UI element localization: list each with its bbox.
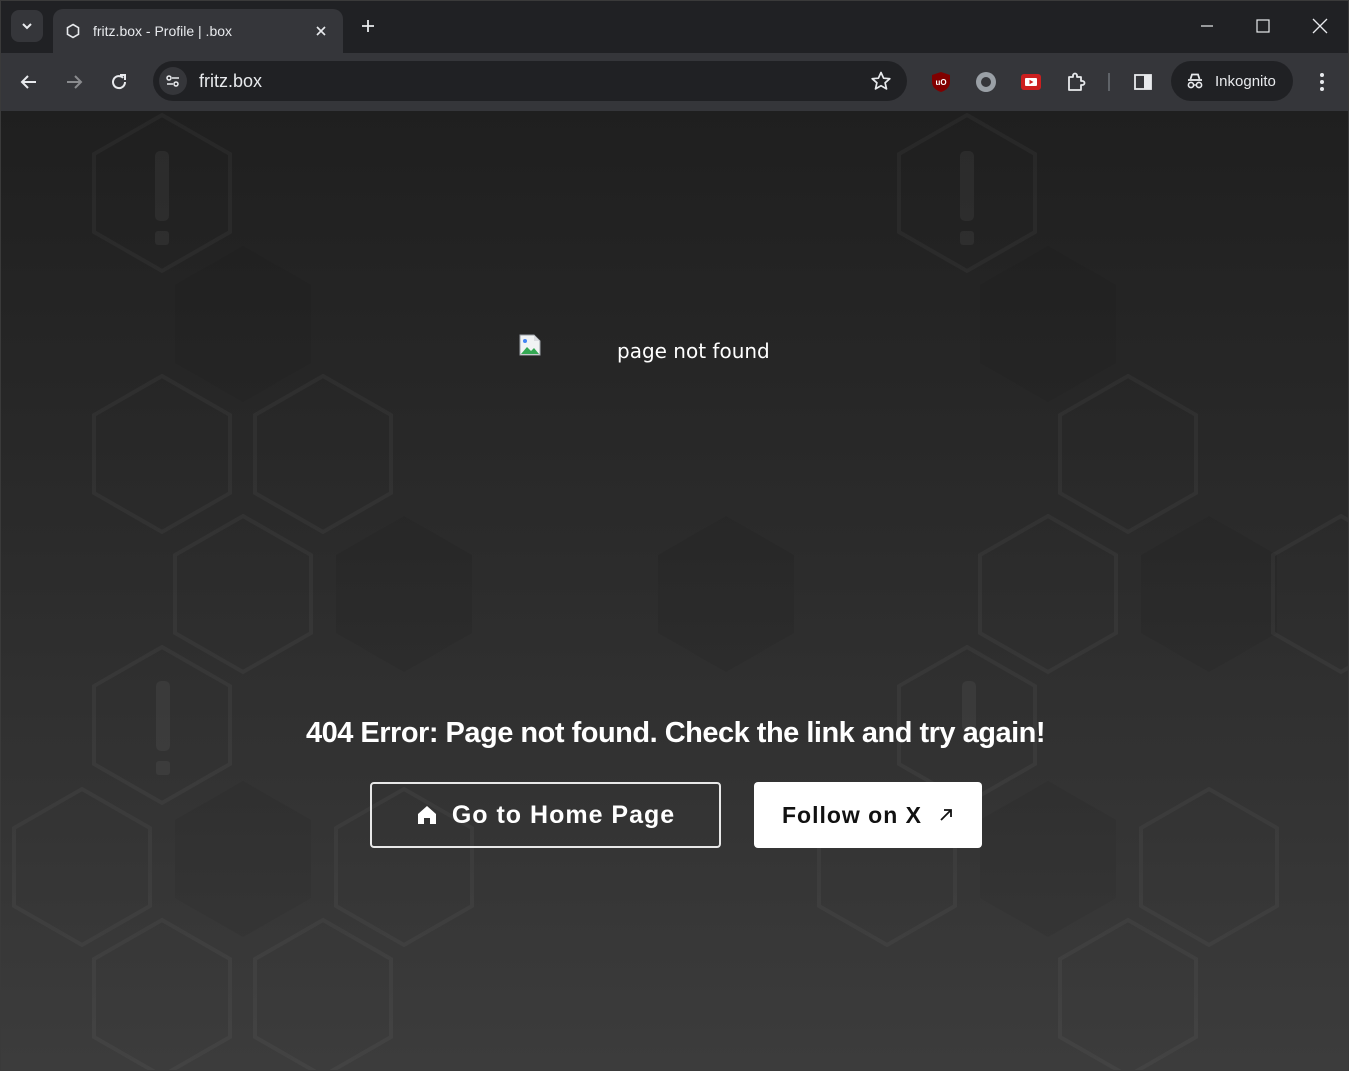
tab-strip: fritz.box - Profile | .box [1, 1, 1348, 53]
star-icon [871, 71, 891, 90]
url-text[interactable]: fritz.box [199, 71, 262, 92]
bookmark-button[interactable] [869, 69, 893, 93]
go-home-label: Go to Home Page [451, 800, 676, 829]
ublock-origin-icon: uO [932, 72, 950, 92]
extensions-button[interactable] [1060, 66, 1092, 98]
youtube-extension-button[interactable] [1015, 66, 1047, 98]
toolbar: fritz.box uO Inkognito [1, 53, 1348, 111]
circle-extension-icon [976, 72, 996, 92]
broken-image-icon [519, 334, 541, 356]
minimize-icon [1201, 25, 1213, 27]
close-window-button[interactable] [1300, 9, 1340, 43]
address-bar[interactable]: fritz.box [153, 61, 907, 101]
error-message: 404 Error: Page not found. Check the lin… [305, 717, 1046, 749]
page-content: page not found 404 Error: Page not found… [1, 111, 1348, 1070]
more-vertical-icon [1320, 73, 1324, 91]
hexagon-background [12, 112, 1348, 1070]
chevron-down-icon [22, 23, 32, 30]
plus-icon [362, 20, 374, 32]
hexagon-icon [65, 23, 81, 39]
incognito-indicator[interactable]: Inkognito [1171, 61, 1293, 101]
tab-title: fritz.box - Profile | .box [93, 23, 233, 39]
incognito-icon [1187, 73, 1203, 89]
image-alt-text: page not found [617, 339, 770, 363]
home-icon [416, 804, 438, 826]
side-panel-button[interactable] [1127, 66, 1159, 98]
site-info-button[interactable] [159, 67, 187, 95]
page-not-found-image: page not found [519, 334, 770, 363]
forward-button[interactable] [58, 66, 90, 98]
toolbar-divider [1108, 73, 1110, 91]
follow-on-x-button[interactable]: Follow on X [754, 782, 982, 848]
external-link-arrow-icon [938, 807, 954, 823]
youtube-extension-icon [1021, 74, 1041, 90]
maximize-button[interactable] [1243, 9, 1283, 43]
arrow-left-icon [20, 75, 36, 89]
close-icon [316, 26, 326, 36]
circle-extension-button[interactable] [970, 66, 1002, 98]
arrow-right-icon [67, 75, 83, 89]
minimize-button[interactable] [1187, 9, 1227, 43]
close-icon [1312, 18, 1328, 34]
active-tab[interactable]: fritz.box - Profile | .box [53, 9, 343, 53]
new-tab-button[interactable] [353, 11, 383, 41]
svg-text:uO: uO [935, 78, 946, 87]
tune-icon [166, 75, 179, 87]
browser-window: fritz.box - Profile | .box fritz.box uO … [0, 0, 1349, 1071]
extensions-puzzle-icon [1068, 72, 1086, 91]
ublock-origin-button[interactable]: uO [925, 66, 957, 98]
incognito-label: Inkognito [1215, 72, 1276, 90]
follow-label: Follow on X [781, 801, 923, 828]
maximize-icon [1256, 19, 1270, 33]
back-button[interactable] [13, 66, 45, 98]
side-panel-icon [1134, 74, 1152, 90]
reload-button[interactable] [103, 66, 135, 98]
tab-search-button[interactable] [11, 10, 43, 42]
tab-close-button[interactable] [311, 21, 331, 41]
go-home-button[interactable]: Go to Home Page [370, 782, 721, 848]
reload-icon [112, 74, 127, 90]
menu-button[interactable] [1306, 66, 1338, 98]
